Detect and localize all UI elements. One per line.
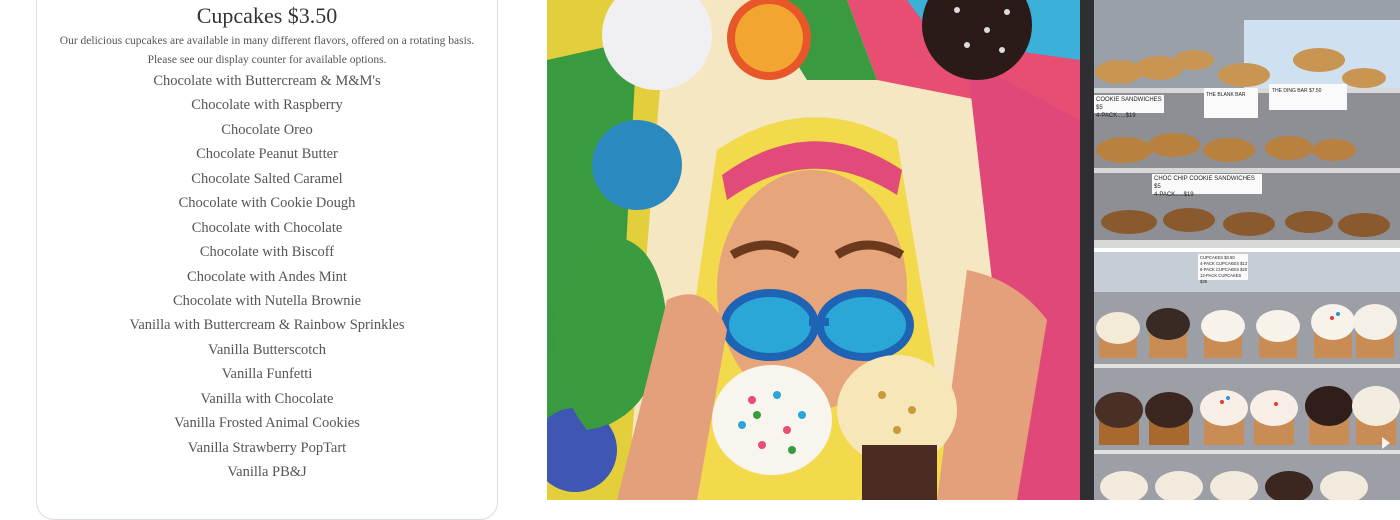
flavor-item: Chocolate with Andes Mint (187, 268, 347, 285)
flavor-item: Chocolate with Cookie Dough (178, 195, 356, 212)
flavor-list: Chocolate with Buttercream & M&M's Choco… (37, 69, 497, 484)
menu-card: Cupcakes $3.50 Our delicious cupcakes ar… (36, 0, 498, 520)
cookie-case-photo[interactable]: COOKIE SANDWICHES $5 4-PACK.....$19 THE … (1094, 0, 1400, 248)
flavor-item: Vanilla PB&J (227, 464, 307, 480)
cookie-label-text: COOKIE SANDWICHES $5 (1096, 97, 1162, 111)
flavor-item: Chocolate with Buttercream & M&M's (153, 73, 381, 89)
flavor-item: Vanilla with Chocolate (200, 390, 334, 407)
flavor-item: Vanilla Funfetti (221, 366, 313, 383)
cupcake-price-line: 12-PACK CUPCAKES $38 (1200, 273, 1242, 284)
cookie-label: THE DING BAR $7.50 (1272, 88, 1322, 94)
flavor-item: Vanilla with Buttercream & Rainbow Sprin… (129, 317, 405, 334)
flavor-item: Chocolate Salted Caramel (191, 170, 343, 187)
flavor-item: Chocolate with Chocolate (191, 219, 343, 236)
menu-title: Cupcakes $3.50 (196, 3, 338, 28)
menu-description: Our delicious cupcakes are available in … (57, 32, 477, 70)
cookie-label-text: CHOC CHIP COOKIE SANDWICHES $5 (1154, 176, 1255, 190)
cookie-label: THE BLANK BAR (1206, 92, 1246, 98)
photo-divider (1080, 0, 1094, 500)
flavor-item: Chocolate Oreo (221, 121, 313, 138)
flavor-item: Vanilla Butterscotch (208, 341, 326, 358)
menu-description-line: Our delicious cupcakes are available in … (59, 35, 475, 47)
flavor-item: Chocolate with Nutella Brownie (172, 292, 362, 309)
flavor-item: Vanilla Strawberry PopTart (187, 439, 347, 456)
cupcake-price-sign: CUPCAKES $3.50 4-PACK CUPCAKES $13 6-PAC… (1200, 255, 1248, 285)
cookie-label-text: 4-PACK.....$19 (1096, 113, 1136, 119)
menu-description-line: Please see our display counter for avail… (147, 54, 387, 66)
cookie-label-text: 4-PACK.....$19 (1154, 192, 1194, 198)
next-arrow-icon[interactable] (1382, 437, 1390, 449)
mural-photo[interactable] (547, 0, 1080, 500)
cupcake-case-photo[interactable]: CUPCAKES $3.50 4-PACK CUPCAKES $13 6-PAC… (1094, 252, 1400, 500)
flavor-item: Vanilla Frosted Animal Cookies (174, 415, 360, 432)
flavor-item: Chocolate Peanut Butter (196, 146, 338, 163)
flavor-item: Chocolate with Biscoff (199, 244, 335, 261)
cookie-label: COOKIE SANDWICHES $5 4-PACK.....$19 (1096, 96, 1162, 120)
cookie-label: CHOC CHIP COOKIE SANDWICHES $5 4-PACK...… (1154, 175, 1262, 199)
flavor-item: Chocolate with Raspberry (191, 97, 343, 114)
